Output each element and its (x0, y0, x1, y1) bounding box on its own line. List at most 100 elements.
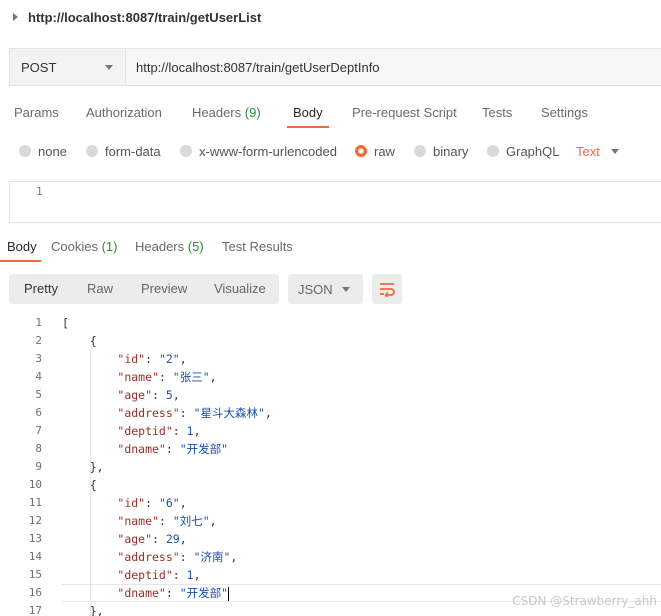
code-text: "age": 5, (117, 388, 180, 402)
json-value: "济南" (193, 550, 231, 564)
code-text: }, (62, 460, 104, 474)
code-text: }, (62, 604, 104, 616)
code-text: [ (62, 316, 69, 330)
view-mode-group: Pretty Raw Preview Visualize (9, 274, 279, 304)
json-value: "开发部" (179, 442, 229, 456)
response-body-viewer[interactable]: 1[2 {3 "id": "2", 4 "name": "张三", 5 "age":… (0, 314, 661, 616)
response-format-select[interactable]: JSON (288, 274, 363, 304)
radio-label: binary (433, 143, 469, 159)
line-number: 14 (28, 550, 42, 563)
line-number: 4 (35, 370, 42, 383)
code-line: 15 "deptid": 1, (0, 566, 661, 584)
json-key: "age" (117, 388, 153, 402)
radio-graphql[interactable]: GraphQL (487, 140, 559, 162)
line-number: 10 (28, 478, 42, 491)
tab-tests[interactable]: Tests (482, 100, 512, 128)
text-cursor (228, 586, 230, 601)
line-number: 7 (35, 424, 42, 437)
code-text: "name": "张三", (117, 370, 217, 384)
radio-raw[interactable]: raw (355, 140, 395, 162)
code-text: "deptid": 1, (117, 424, 201, 438)
json-key: "age" (117, 532, 153, 546)
radio-icon (86, 145, 98, 157)
tab-label: Tests (482, 105, 513, 120)
line-number: 1 (35, 316, 42, 329)
tab-label: Authorization (86, 105, 162, 120)
code-text: "age": 29, (117, 532, 187, 546)
response-toolbar: Pretty Raw Preview Visualize JSON (9, 274, 661, 306)
body-format-label: Text (576, 143, 600, 159)
radio-label: raw (374, 143, 395, 159)
json-key: "name" (117, 370, 159, 384)
code-line: 7 "deptid": 1, (0, 422, 661, 440)
request-header[interactable]: http://localhost:8087/train/getUserList (0, 0, 661, 34)
url-input[interactable]: http://localhost:8087/train/getUserDeptI… (126, 49, 661, 85)
json-value: "2" (158, 352, 180, 366)
json-value: 1 (186, 424, 194, 438)
tab-label: Test Results (222, 239, 293, 254)
code-line: 13 "age": 29, (0, 530, 661, 548)
radio-icon (414, 145, 426, 157)
tab-response-headers[interactable]: Headers (5) (135, 234, 204, 262)
tab-label: Pre-request Script (352, 105, 457, 120)
body-format-select[interactable]: Text (576, 140, 619, 162)
view-preview-button[interactable]: Preview (141, 274, 187, 304)
json-key: "deptid" (117, 568, 173, 582)
code-line: 12 "name": "刘七", (0, 512, 661, 530)
radio-label: form-data (105, 143, 161, 159)
radio-icon (487, 145, 499, 157)
tab-count: (1) (101, 239, 118, 254)
request-tabs: Params Authorization Headers (9) Body Pr… (0, 100, 661, 128)
request-body-editor[interactable]: 1 (9, 181, 661, 223)
request-title: http://localhost:8087/train/getUserList (28, 9, 262, 25)
radio-form-data[interactable]: form-data (86, 140, 161, 162)
code-text: "dname": "开发部" (117, 442, 229, 456)
tab-test-results[interactable]: Test Results (222, 234, 293, 262)
tab-label: Body (7, 239, 37, 254)
json-value: "刘七" (172, 514, 210, 528)
radio-none[interactable]: none (19, 140, 67, 162)
response-tabs: Body Cookies (1) Headers (5) Test Result… (0, 234, 661, 262)
json-key: "name" (117, 514, 159, 528)
tab-params[interactable]: Params (14, 100, 59, 128)
tab-response-body[interactable]: Body (0, 234, 41, 262)
code-line: 2 { (0, 332, 661, 350)
tab-pre-request-script[interactable]: Pre-request Script (352, 100, 457, 128)
tab-authorization[interactable]: Authorization (86, 100, 162, 128)
json-key: "deptid" (117, 424, 173, 438)
line-number: 16 (28, 586, 42, 599)
view-pretty-button[interactable]: Pretty (24, 274, 58, 304)
code-text: "name": "刘七", (117, 514, 217, 528)
wrap-lines-button[interactable] (372, 274, 402, 304)
code-line: 4 "name": "张三", (0, 368, 661, 386)
json-value: 29 (165, 532, 180, 546)
url-bar: POST http://localhost:8087/train/getUser… (9, 48, 661, 86)
tab-cookies[interactable]: Cookies (1) (51, 234, 117, 262)
code-line: 14 "address": "济南", (0, 548, 661, 566)
radio-x-www-form-urlencoded[interactable]: x-www-form-urlencoded (180, 140, 337, 162)
code-text: { (62, 478, 97, 492)
chevron-down-icon (105, 64, 113, 70)
body-type-options: none form-data x-www-form-urlencoded raw… (0, 140, 661, 162)
tab-body[interactable]: Body (287, 100, 329, 128)
tab-headers[interactable]: Headers (9) (192, 100, 261, 128)
chevron-down-icon (342, 286, 350, 292)
code-text: "id": "6", (117, 496, 187, 510)
line-number: 8 (35, 442, 42, 455)
code-text: { (62, 334, 97, 348)
tab-settings[interactable]: Settings (541, 100, 588, 128)
view-raw-button[interactable]: Raw (87, 274, 113, 304)
view-visualize-button[interactable]: Visualize (214, 274, 266, 304)
code-line: 10 { (0, 476, 661, 494)
radio-binary[interactable]: binary (414, 140, 468, 162)
line-number: 6 (35, 406, 42, 419)
code-line: 5 "age": 5, (0, 386, 661, 404)
code-text: "id": "2", (117, 352, 187, 366)
collapse-caret-icon[interactable] (13, 13, 18, 21)
line-number: 13 (28, 532, 42, 545)
json-value: "张三" (172, 370, 210, 384)
method-select[interactable]: POST (10, 49, 126, 85)
radio-icon (19, 145, 31, 157)
json-key: "dname" (117, 586, 166, 600)
json-value: 1 (186, 568, 194, 582)
